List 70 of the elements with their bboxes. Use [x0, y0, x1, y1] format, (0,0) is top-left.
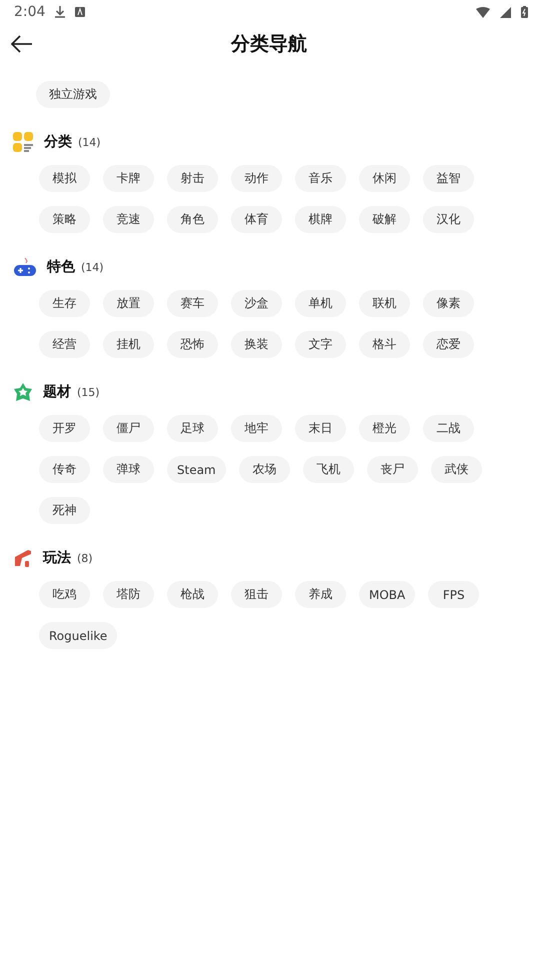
tag-chip[interactable]: 经营: [39, 331, 90, 358]
tag-chip[interactable]: 像素: [423, 290, 474, 317]
tag-chip[interactable]: 益智: [423, 165, 474, 192]
page-title: 分类导航: [231, 32, 307, 57]
section-count: (14): [81, 260, 104, 274]
tag-chip[interactable]: 吃鸡: [39, 581, 90, 608]
tag-chip[interactable]: 动作: [231, 165, 282, 192]
tag-chip[interactable]: 音乐: [295, 165, 346, 192]
tag-chip[interactable]: 恋爱: [423, 331, 474, 358]
tag-chip[interactable]: 放置: [103, 290, 154, 317]
section-count: (14): [78, 136, 101, 148]
status-time: 2:04: [14, 4, 46, 20]
tag-chip[interactable]: 格斗: [359, 331, 410, 358]
tag-chip[interactable]: 足球: [167, 415, 218, 442]
tag-chip[interactable]: 策略: [39, 206, 90, 233]
tag-chip[interactable]: 枪战: [167, 581, 218, 608]
tag-chip[interactable]: 死神: [39, 497, 90, 524]
signal-icon: [500, 6, 511, 18]
tag-chip[interactable]: 恐怖: [167, 331, 218, 358]
tag-chip[interactable]: 农场: [238, 456, 290, 483]
tag-chip[interactable]: 赛车: [167, 290, 218, 317]
section-title: 特色: [47, 258, 75, 276]
gamepad-icon: [13, 257, 37, 277]
wifi-icon: [476, 6, 490, 18]
notification-icon: [75, 7, 86, 17]
tag-chip[interactable]: 换装: [231, 331, 282, 358]
grid-icon: [13, 132, 34, 152]
tag-chip[interactable]: 卡牌: [103, 165, 154, 192]
tag-chip[interactable]: 文字: [295, 331, 346, 358]
tag-chip[interactable]: 竞速: [103, 206, 154, 233]
tag-chip[interactable]: 沙盒: [231, 290, 282, 317]
battery-icon: [521, 6, 528, 18]
tag-chip[interactable]: 棋牌: [295, 206, 346, 233]
tag-chip[interactable]: 休闲: [359, 165, 410, 192]
tag-chip[interactable]: 生存: [39, 290, 90, 317]
tag-chip[interactable]: 末日: [295, 415, 346, 442]
tag-chip[interactable]: Steam: [167, 456, 226, 483]
tag-chip[interactable]: 角色: [167, 206, 218, 233]
download-icon: [55, 6, 66, 18]
tag-chip[interactable]: 武侠: [430, 456, 482, 483]
tag-chip[interactable]: 单机: [295, 290, 346, 317]
tag-chip[interactable]: 挂机: [103, 331, 154, 358]
tag-chip[interactable]: 射击: [167, 165, 218, 192]
section-title: 玩法: [43, 549, 71, 567]
tag-chip[interactable]: 地牢: [231, 415, 282, 442]
section-title: 分类: [44, 133, 72, 151]
tag-chip[interactable]: 狙击: [231, 581, 282, 608]
tag-chip[interactable]: 独立游戏: [36, 81, 110, 108]
tag-chip[interactable]: 橙光: [359, 415, 410, 442]
tag-chip[interactable]: Roguelike: [39, 622, 118, 649]
tag-chip[interactable]: 丧尸: [366, 456, 418, 483]
tag-chip[interactable]: 塔防: [103, 581, 154, 608]
star-icon: [13, 382, 33, 402]
tag-chip[interactable]: 体育: [231, 206, 282, 233]
tag-chip[interactable]: 弹球: [103, 456, 154, 483]
section-title: 题材: [43, 383, 71, 401]
tag-chip[interactable]: 开罗: [39, 415, 90, 442]
tag-chip[interactable]: 汉化: [423, 206, 474, 233]
section-count: (15): [77, 386, 100, 398]
tag-chip[interactable]: 联机: [359, 290, 410, 317]
tag-chip[interactable]: 传奇: [39, 456, 90, 483]
tag-chip[interactable]: 僵尸: [103, 415, 154, 442]
tag-chip[interactable]: 养成: [295, 581, 346, 608]
tag-chip[interactable]: FPS: [428, 581, 480, 608]
tag-chip[interactable]: 破解: [359, 206, 410, 233]
tag-chip[interactable]: MOBA: [359, 581, 416, 608]
tag-chip[interactable]: 飞机: [302, 456, 354, 483]
tag-chip[interactable]: 二战: [423, 415, 474, 442]
tag-chip[interactable]: 模拟: [39, 165, 90, 192]
section-count: (8): [77, 552, 93, 564]
